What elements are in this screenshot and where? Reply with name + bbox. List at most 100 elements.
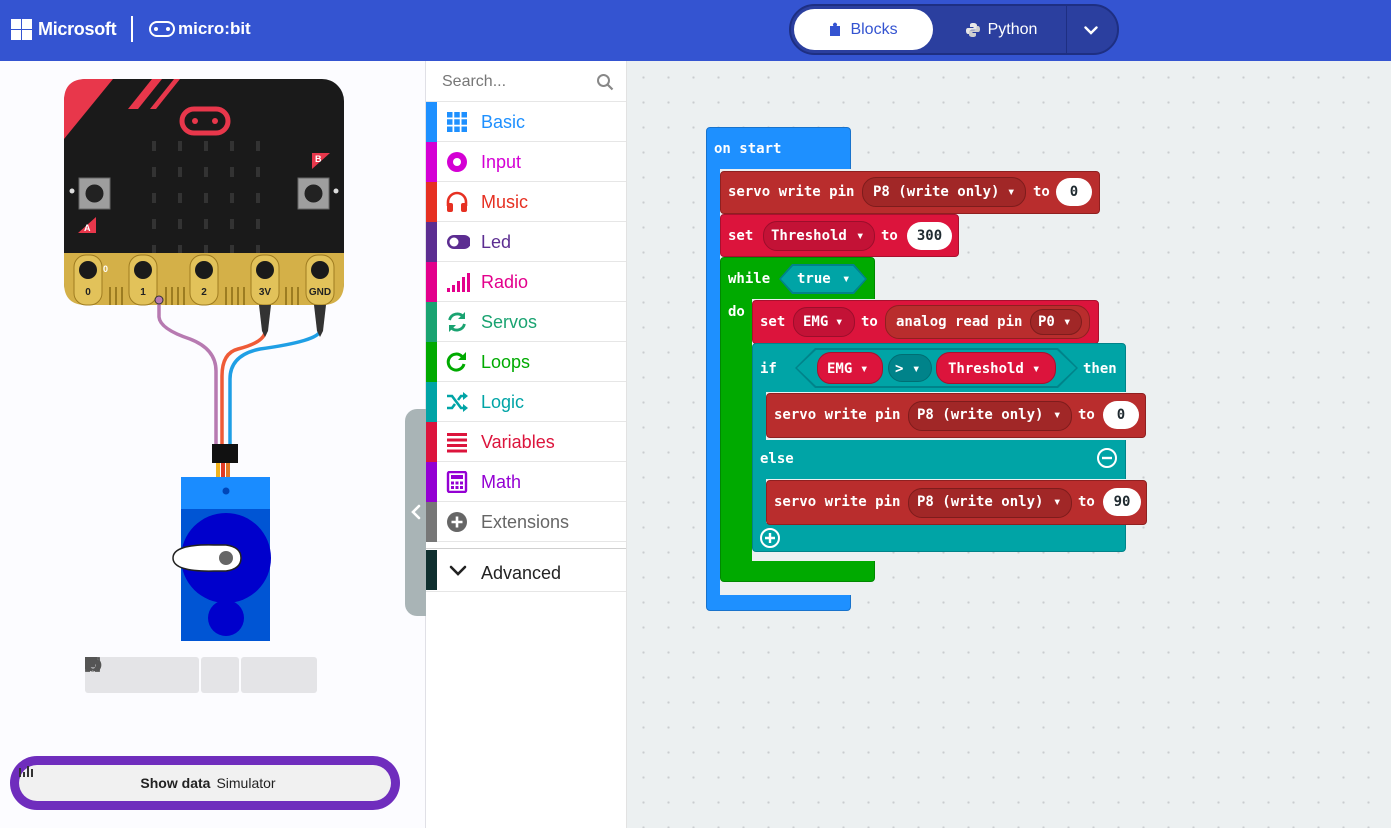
category-loops[interactable]: Loops <box>426 342 626 382</box>
dropdown-arrow-icon: ▾ <box>1063 314 1072 330</box>
category-label-logic: Logic <box>481 392 525 412</box>
screenshot-button[interactable] <box>86 657 279 693</box>
microbit-logo[interactable]: micro:bit <box>149 19 251 39</box>
show-data-label: Show data <box>140 775 211 791</box>
simulator-view-group <box>85 657 317 693</box>
pin-label-0: 0 <box>85 287 91 298</box>
search-input[interactable]: Search... <box>442 73 506 91</box>
fullscreen-button[interactable] <box>85 657 317 693</box>
comparator-value: > <box>895 361 904 377</box>
plus-circle-icon <box>447 512 467 532</box>
category-input[interactable]: Input <box>426 142 626 182</box>
tab-blocks[interactable]: Blocks <box>794 9 933 50</box>
category-basic[interactable]: Basic <box>426 102 626 142</box>
servo-angle-input[interactable]: 0 <box>1103 401 1139 429</box>
servo-write-label: servo write pin <box>728 184 855 200</box>
restart-button[interactable] <box>87 657 161 693</box>
shuffle-icon <box>447 392 468 412</box>
pin-3v-clip <box>259 305 271 337</box>
category-color-bar <box>426 142 437 182</box>
if-label: if <box>760 361 777 377</box>
dropdown-arrow-icon: ▾ <box>912 361 921 377</box>
fullscreen-icon <box>85 657 100 672</box>
pin-0-reading: 0 <box>103 264 108 274</box>
minus-circle-icon[interactable] <box>1096 447 1118 469</box>
microsoft-logo[interactable]: Microsoft <box>11 19 117 40</box>
button-b[interactable] <box>297 177 330 210</box>
mute-button[interactable] <box>86 657 239 693</box>
search-icon[interactable] <box>596 73 614 91</box>
category-color-bar <box>426 222 437 262</box>
dropdown-arrow-icon: ▾ <box>842 271 851 287</box>
dropdown-arrow-icon: ▾ <box>835 314 844 330</box>
python-icon <box>965 22 980 37</box>
category-extensions[interactable]: Extensions <box>426 502 626 542</box>
dropdown-arrow-icon: ▾ <box>860 361 869 377</box>
analog-read-label: analog read pin <box>896 314 1023 330</box>
tab-blocks-label: Blocks <box>850 20 898 38</box>
button-a[interactable] <box>78 177 111 210</box>
category-label-math: Math <box>481 472 522 492</box>
then-label: then <box>1083 361 1117 377</box>
category-color-bar <box>426 262 437 302</box>
header-bar: Microsoft micro:bit Blocks Python <box>0 0 1391 61</box>
category-servos[interactable]: Servos <box>426 302 626 342</box>
button-a-label: A <box>84 223 91 233</box>
category-color-bar <box>426 462 437 502</box>
category-label-radio: Radio <box>481 272 529 292</box>
category-label-loops: Loops <box>481 352 531 372</box>
tab-python[interactable]: Python <box>941 9 1061 50</box>
language-menu-button[interactable] <box>1076 17 1106 43</box>
to-label: to <box>1078 494 1095 510</box>
category-label-input: Input <box>481 152 522 172</box>
category-led[interactable]: Led <box>426 222 626 262</box>
plus-circle-icon[interactable] <box>759 527 781 549</box>
dropdown-arrow-icon: ▾ <box>1032 361 1041 377</box>
show-data-button[interactable]: Show data Simulator <box>19 765 391 801</box>
servo-angle-input[interactable]: 0 <box>1056 178 1092 206</box>
toggle-divider <box>1066 6 1067 53</box>
debug-button[interactable] <box>86 657 199 693</box>
category-color-bar <box>426 302 437 342</box>
simulator-audio-group <box>86 657 239 693</box>
category-label-music: Music <box>481 192 529 212</box>
chevron-down-icon <box>1084 25 1098 35</box>
lines-icon <box>447 433 467 453</box>
puzzle-icon <box>830 22 841 36</box>
threshold-value-input[interactable]: 300 <box>907 222 952 250</box>
servo-motor[interactable] <box>172 477 271 641</box>
emg-reporter-label: EMG <box>827 361 853 377</box>
category-music[interactable]: Music <box>426 182 626 222</box>
set-label: set <box>728 228 754 244</box>
category-advanced[interactable]: Advanced <box>426 548 626 592</box>
category-color-bar <box>426 182 437 222</box>
toggle-icon <box>447 235 470 249</box>
microsoft-brand-text: Microsoft <box>38 19 117 39</box>
dropdown-arrow-icon: ▾ <box>1053 494 1062 510</box>
toolbox: Search... Basic Input Music Led Radio Se… <box>426 61 627 828</box>
category-variables[interactable]: Variables <box>426 422 626 462</box>
category-color-bar <box>426 422 437 462</box>
header-divider <box>131 16 133 42</box>
to-label: to <box>861 314 878 330</box>
servo-wires <box>157 300 322 446</box>
to-label: to <box>881 228 898 244</box>
category-logic[interactable]: Logic <box>426 382 626 422</box>
category-label-led: Led <box>481 232 512 252</box>
category-radio[interactable]: Radio <box>426 262 626 302</box>
servo-connector <box>212 444 238 477</box>
grid-icon <box>447 112 467 132</box>
analog-pin-value: P0 <box>1038 314 1055 330</box>
blocks-workspace[interactable]: on start servo write pin P8 (write only)… <box>627 61 1391 828</box>
on-start-label: on start <box>714 141 782 157</box>
else-label: else <box>760 451 794 467</box>
pin-label-1: 1 <box>140 287 146 298</box>
simulator-canvas: A B 0 1 2 3V GND 0 <box>64 79 344 641</box>
toolbox-search[interactable]: Search... <box>426 61 626 102</box>
servo-angle-input[interactable]: 90 <box>1103 488 1141 516</box>
category-math[interactable]: Math <box>426 462 626 502</box>
pin-label-gnd: GND <box>309 287 331 298</box>
collapse-simulator-tab[interactable] <box>405 409 427 616</box>
category-color-bar <box>426 342 437 382</box>
pin-1-clip <box>154 295 164 305</box>
